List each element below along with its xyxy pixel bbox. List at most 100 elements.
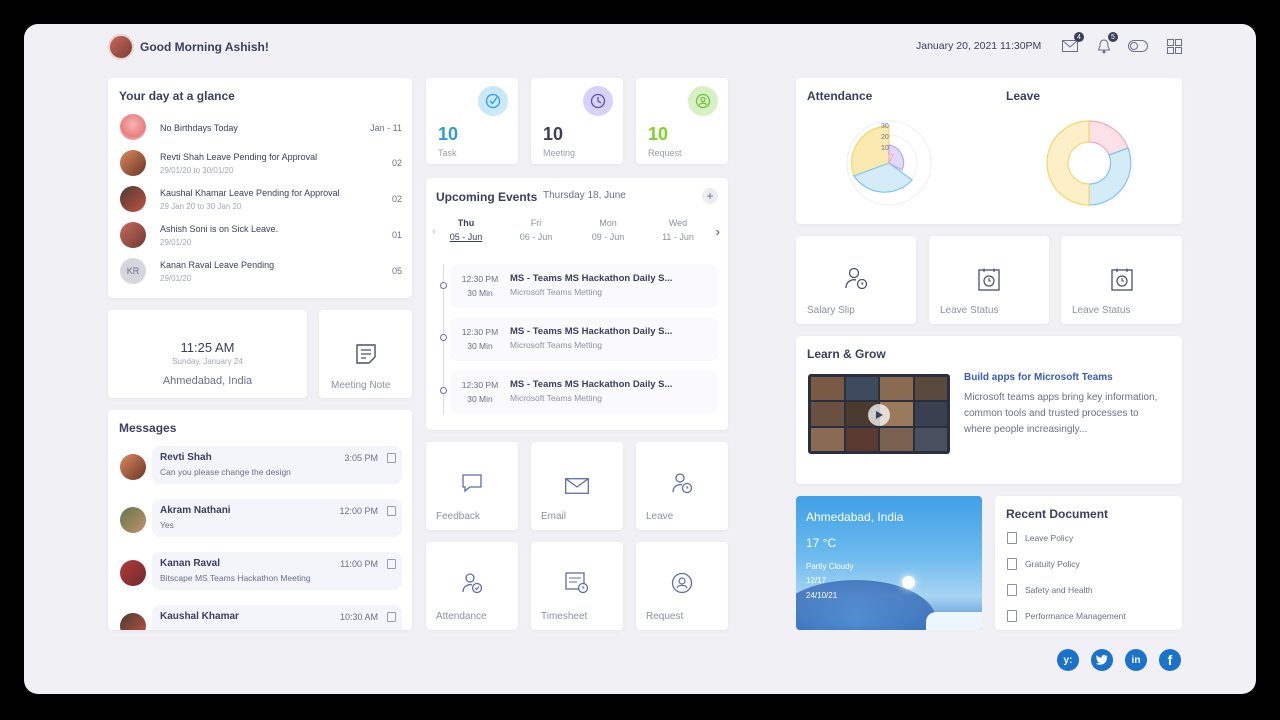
learn-heading-link[interactable]: Build apps for Microsoft Teams <box>964 372 1113 383</box>
event-title: MS - Teams MS Hackathon Daily S... <box>510 379 673 390</box>
document-item[interactable]: Performance Management <box>1007 608 1126 624</box>
day-tab[interactable]: Wed 11 - Jun <box>648 218 708 242</box>
glance-item[interactable]: No Birthdays Today Jan - 11 <box>118 114 402 144</box>
message-time: 11:00 PM <box>340 559 378 569</box>
message-item[interactable]: Revti Shah Can you please change the des… <box>118 446 402 490</box>
event-title: MS - Teams MS Hackathon Daily S... <box>510 273 673 284</box>
toggle-icon[interactable] <box>1128 36 1148 56</box>
leave-tile[interactable]: Leave <box>636 442 728 530</box>
add-event-button[interactable]: + <box>702 188 718 204</box>
video-thumbnail[interactable] <box>808 374 950 454</box>
bell-icon[interactable]: 5 <box>1094 32 1118 56</box>
message-bubble: Revti Shah Can you please change the des… <box>152 446 402 484</box>
event-item[interactable]: 12:30 PM 30 Min MS - Teams MS Hackathon D… <box>450 370 718 414</box>
day-name: Thu <box>457 218 475 228</box>
glance-item[interactable]: Kaushal Khamar Leave Pending for Approva… <box>118 186 402 216</box>
leave-segment-blue <box>1088 147 1132 206</box>
chat-bubble-icon <box>426 472 518 494</box>
feedback-tile[interactable]: Feedback <box>426 442 518 530</box>
avatar-initials: KR <box>120 258 146 284</box>
day-tab[interactable]: Fri 06 - Jun <box>506 218 566 242</box>
message-item[interactable]: Kanan Raval Bitscape MS Teams Hackathon … <box>118 552 402 596</box>
facebook-icon[interactable]: f <box>1159 649 1181 671</box>
request-icon <box>636 572 728 594</box>
tick-label: 10 <box>881 145 889 152</box>
apps-grid-icon[interactable] <box>1164 36 1184 56</box>
message-item[interactable]: Kaushal Khamar 10:30 AM <box>118 605 402 630</box>
pdf-icon <box>1007 532 1017 544</box>
weather-date: 24/10/21 <box>806 591 838 600</box>
note-icon <box>319 342 412 366</box>
email-tile[interactable]: Email <box>531 442 623 530</box>
header-datetime: January 20, 2021 11:30PM <box>916 40 1042 52</box>
leave-status-tile[interactable]: Leave Status <box>929 236 1049 324</box>
twitter-icon[interactable] <box>1091 649 1113 671</box>
glance-item[interactable]: Revti Shah Leave Pending for Approval 29… <box>118 150 402 180</box>
user-clock-icon <box>636 472 728 494</box>
event-item[interactable]: 12:30 PM 30 Min MS - Teams MS Hackathon D… <box>450 317 718 361</box>
timesheet-icon <box>531 572 623 594</box>
glance-item[interactable]: Ashish Soni is on Sick Leave. 29/01/20 0… <box>118 222 402 252</box>
timesheet-tile[interactable]: Timesheet <box>531 542 623 630</box>
attendance-tile[interactable]: Attendance <box>426 542 518 630</box>
message-icon <box>387 559 396 569</box>
event-time: 12:30 PM <box>461 327 499 337</box>
request-tile[interactable]: Request <box>636 542 728 630</box>
events-date: Thursday 18, June <box>543 190 626 201</box>
word-doc-icon <box>1007 610 1017 622</box>
attendance-title: Attendance <box>807 89 873 103</box>
task-stat-card[interactable]: 10 Task <box>426 78 518 164</box>
message-bubble: Kaushal Khamar 10:30 AM <box>152 605 402 630</box>
user-avatar[interactable] <box>108 34 134 60</box>
charts-card: Attendance Leave 30 20 10 <box>796 78 1182 224</box>
message-time: 10:30 AM <box>339 612 378 622</box>
salary-slip-tile[interactable]: Salary Slip <box>796 236 916 324</box>
message-icon <box>387 506 396 516</box>
day-name: Mon <box>599 218 617 228</box>
linkedin-icon[interactable]: in <box>1125 649 1147 671</box>
mail-icon[interactable]: 4 <box>1060 32 1084 56</box>
meeting-note-tile[interactable]: Meeting Note <box>319 310 412 398</box>
request-label: Request <box>648 148 682 158</box>
dashboard-screen: Good Morning Ashish! January 20, 2021 11… <box>24 24 1256 694</box>
glance-item-count: 02 <box>391 158 402 168</box>
sun-icon <box>902 576 915 589</box>
play-icon[interactable] <box>868 404 890 426</box>
message-item[interactable]: Akram Nathani Yes 12:00 PM <box>118 499 402 543</box>
meeting-stat-card[interactable]: 10 Meeting <box>531 78 623 164</box>
request-stat-card[interactable]: 10 Request <box>636 78 728 164</box>
day-name: Wed <box>668 218 688 228</box>
chevron-right-icon[interactable]: › <box>716 224 720 239</box>
glance-item[interactable]: KR Kanan Raval Leave Pending 29/01/20 05 <box>118 258 402 288</box>
clock-time: 11:25 AM <box>180 340 235 355</box>
meeting-label: Meeting <box>543 148 576 158</box>
clock-card: 11:25 AM Sunday, January 24 Ahmedabad, I… <box>108 310 307 398</box>
day-tab-active[interactable]: Thu 05 - Jun <box>436 218 496 242</box>
yammer-icon[interactable]: y: <box>1057 649 1079 671</box>
events-title: Upcoming Events <box>436 190 538 204</box>
event-item[interactable]: 12:30 PM 30 Min MS - Teams MS Hackathon D… <box>450 264 718 308</box>
leave-status-tile-2[interactable]: Leave Status <box>1061 236 1182 324</box>
email-label: Email <box>541 511 567 522</box>
document-item[interactable]: Gratuity Policy <box>1007 556 1080 572</box>
day-tab[interactable]: Mon 09 - Jun <box>578 218 638 242</box>
document-item[interactable]: Safety and Health <box>1007 582 1093 598</box>
glance-item-text: Ashish Soni is on Sick Leave. <box>160 224 279 234</box>
message-text: Can you please change the design <box>160 467 291 477</box>
day-name: Fri <box>530 218 542 228</box>
leave-status-icon <box>929 268 1049 292</box>
message-sender: Kaushal Khamar <box>160 611 239 622</box>
message-time: 12:00 PM <box>339 506 378 516</box>
document-item[interactable]: Leave Policy <box>1007 530 1073 546</box>
glance-title: Your day at a glance <box>119 89 235 103</box>
message-sender: Akram Nathani <box>160 505 231 516</box>
message-sender: Revti Shah <box>160 452 212 463</box>
learn-grow-card: Learn & Grow Build apps for Microsoft Te… <box>796 336 1182 484</box>
glance-card: Your day at a glance No Birthdays Today … <box>108 78 412 298</box>
weather-card[interactable]: Ahmedabad, India 17 °C Partly Cloudy 12/… <box>796 496 982 630</box>
task-count: 10 <box>438 124 459 144</box>
document-name: Performance Management <box>1025 611 1126 621</box>
word-doc-icon <box>1007 584 1017 596</box>
event-duration: 30 Min <box>467 394 493 404</box>
learn-body: Microsoft teams apps bring key informati… <box>964 392 1158 435</box>
